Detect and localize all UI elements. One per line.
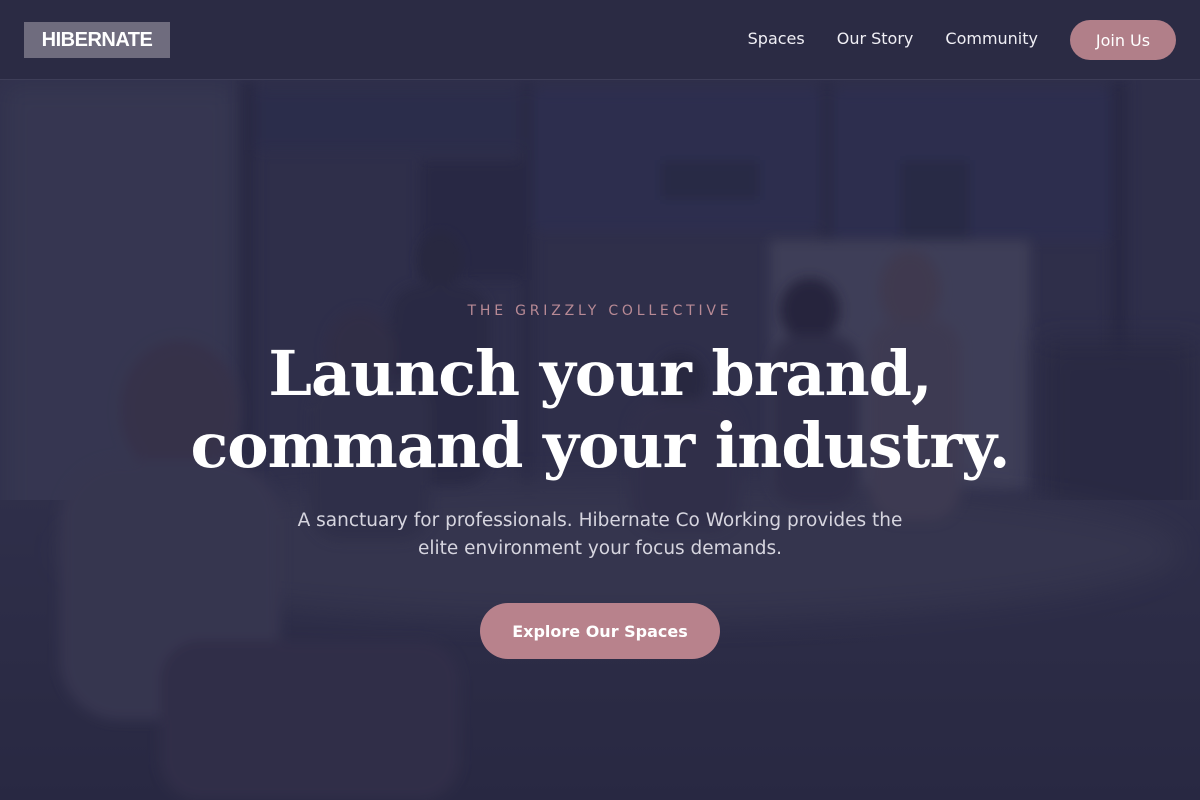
join-us-button[interactable]: Join Us [1070, 20, 1176, 60]
hero-subtext-line1: A sanctuary for professionals. Hibernate… [297, 510, 903, 531]
hero-subtext-line2: elite environment your focus demands. [417, 538, 783, 559]
hero-headline: Launch your brand, command your industry… [0, 338, 1200, 482]
hero-eyebrow: THE GRIZZLY COLLECTIVE [467, 303, 733, 319]
top-navbar: HIBERNATE Spaces Our Story Community Joi… [0, 0, 1200, 80]
hero-headline-line1: Launch your brand, [268, 337, 932, 410]
hero-subtext: A sanctuary for professionals. Hibernate… [250, 507, 950, 563]
nav-link-our-story[interactable]: Our Story [837, 28, 914, 50]
explore-spaces-button[interactable]: Explore Our Spaces [480, 603, 720, 659]
nav-link-spaces[interactable]: Spaces [748, 28, 805, 50]
nav-links: Spaces Our Story Community [748, 28, 1038, 50]
hero-headline-line2: command your industry. [190, 409, 1011, 482]
nav-link-community[interactable]: Community [945, 28, 1038, 50]
hero-content: THE GRIZZLY COLLECTIVE Launch your brand… [0, 80, 1200, 800]
logo-text: HIBERNATE [41, 28, 153, 51]
logo[interactable]: HIBERNATE [24, 22, 170, 58]
